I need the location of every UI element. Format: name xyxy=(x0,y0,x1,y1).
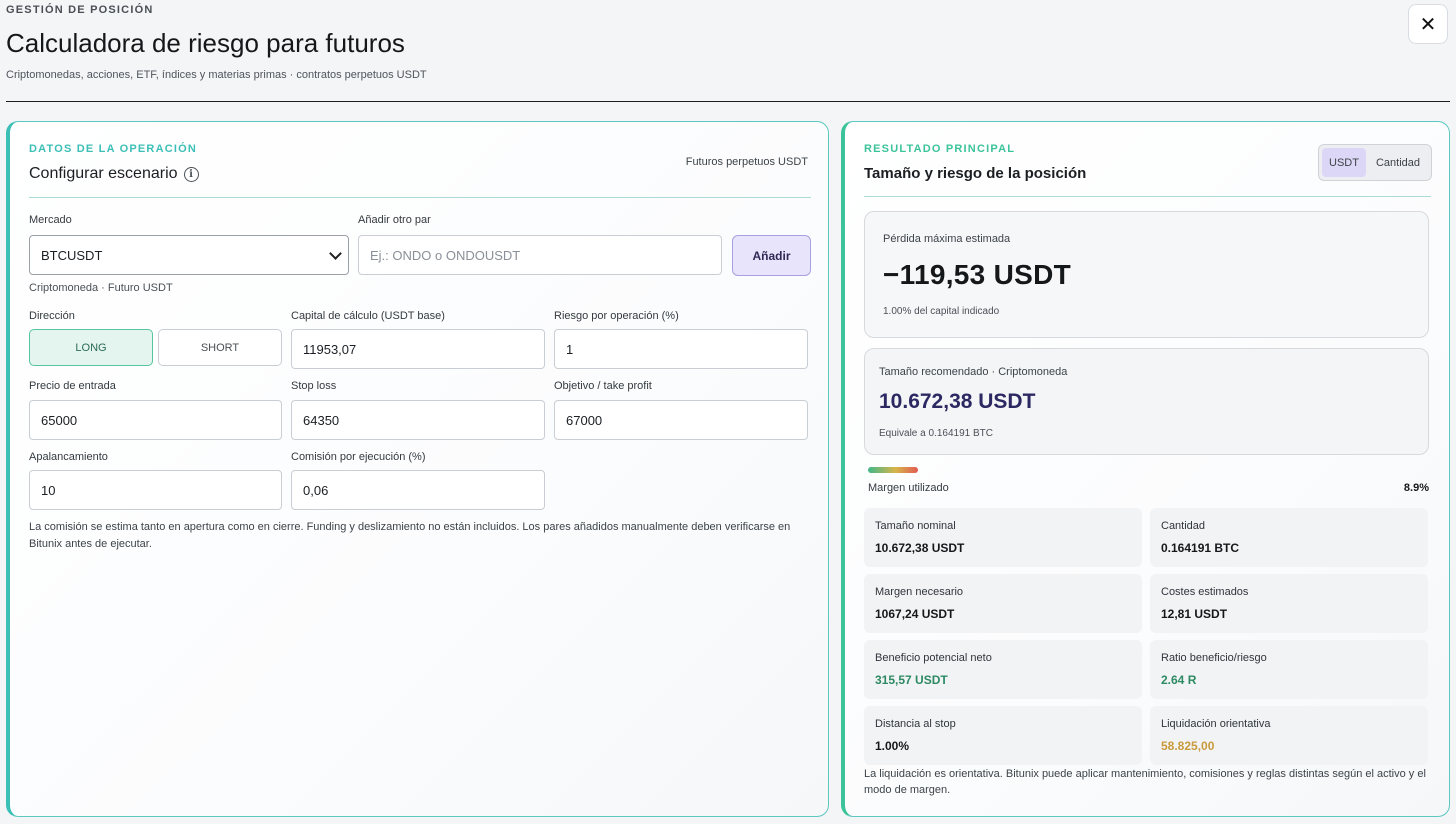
metric-value: 1.00% xyxy=(875,739,910,753)
max-loss-value: −119,53 USDT xyxy=(883,259,1072,290)
metric-card: Costes estimados 12,81 USDT xyxy=(1150,574,1428,633)
info-icon[interactable]: i xyxy=(183,166,199,182)
metric-label: Liquidación orientativa xyxy=(1161,718,1271,730)
leverage-label: Apalancamiento xyxy=(29,451,108,463)
risk-label: Riesgo por operación (%) xyxy=(554,310,679,322)
fee-note: La comisión se estima tanto en apertura … xyxy=(29,521,791,550)
margin-usage-bar xyxy=(868,467,918,473)
page-header: GESTIÓN DE POSICIÓN Calculadora de riesg… xyxy=(6,0,1450,104)
panel-divider xyxy=(864,196,1431,197)
capital-input[interactable]: 11953,07 xyxy=(291,329,545,369)
page-subtitle: Criptomonedas, acciones, ETF, índices y … xyxy=(6,69,427,81)
metric-card: Ratio beneficio/riesgo 2.64 R xyxy=(1150,640,1428,699)
metric-card: Beneficio potencial neto 315,57 USDT xyxy=(864,640,1142,699)
unit-option-quantity[interactable]: Cantidad xyxy=(1369,148,1427,177)
direction-long-button[interactable]: LONG xyxy=(29,329,153,366)
direction-label: Dirección xyxy=(29,310,75,322)
metric-card: Distancia al stop 1.00% xyxy=(864,706,1142,765)
operation-data-panel: DATOS DE LA OPERACIÓN Configurar escenar… xyxy=(6,121,829,817)
metric-card: Tamaño nominal 10.672,38 USDT xyxy=(864,508,1142,567)
entry-label: Precio de entrada xyxy=(29,380,116,392)
recommended-size-card: Tamaño recomendado · Criptomoneda 10.672… xyxy=(864,348,1429,455)
panel-kicker: DATOS DE LA OPERACIÓN xyxy=(29,143,198,155)
take-profit-value: 67000 xyxy=(566,412,603,428)
panel-title-text: Configurar escenario xyxy=(29,165,178,182)
metric-value: 2.64 R xyxy=(1161,673,1197,687)
fee-label: Comisión por ejecución (%) xyxy=(291,451,426,463)
close-icon: ✕ xyxy=(1419,13,1437,36)
metric-value: 315,57 USDT xyxy=(875,673,948,687)
fee-input[interactable]: 0,06 xyxy=(291,470,545,510)
context-label: Futuros perpetuos USDT xyxy=(685,156,808,168)
entry-value: 65000 xyxy=(41,412,78,428)
target-label: Objetivo / take profit xyxy=(554,380,652,392)
add-pair-button[interactable]: Añadir xyxy=(732,235,811,276)
unit-switch: USDT Cantidad xyxy=(1318,144,1432,181)
result-panel: RESULTADO PRINCIPAL Tamaño y riesgo de l… xyxy=(841,121,1450,817)
metric-value: 12,81 USDT xyxy=(1161,607,1228,621)
liquidation-note: La liquidación es orientativa. Bitunix p… xyxy=(864,768,1426,796)
metric-value: 58.825,00 xyxy=(1161,739,1215,753)
metric-card: Liquidación orientativa 58.825,00 xyxy=(1150,706,1428,765)
max-loss-label: Pérdida máxima estimada xyxy=(883,233,1011,245)
entry-price-input[interactable]: 65000 xyxy=(29,400,282,440)
metric-label: Margen necesario xyxy=(875,586,964,598)
recommended-value: 10.672,38 USDT xyxy=(879,390,1036,413)
metric-card: Margen necesario 1067,24 USDT xyxy=(864,574,1142,633)
add-pair-label: Añadir otro par xyxy=(358,214,431,226)
metric-value: 0.164191 BTC xyxy=(1161,541,1240,555)
page-title: Calculadora de riesgo para futuros xyxy=(6,28,405,58)
close-button[interactable]: ✕ xyxy=(1408,4,1448,44)
market-select-value: BTCUSDT xyxy=(41,247,103,263)
metric-label: Costes estimados xyxy=(1161,586,1249,598)
unit-option-usdt[interactable]: USDT xyxy=(1322,148,1366,177)
capital-label: Capital de cálculo (USDT base) xyxy=(291,310,445,322)
market-select[interactable]: BTCUSDT xyxy=(29,235,349,275)
fee-value: 0,06 xyxy=(303,482,329,498)
panel-title: Tamaño y riesgo de la posición xyxy=(864,165,1087,182)
add-pair-input[interactable]: Ej.: ONDO o ONDOUSDT xyxy=(358,235,722,275)
recommended-label: Tamaño recomendado · Criptomoneda xyxy=(879,366,1068,378)
recommended-sub: Equivale a 0.164191 BTC xyxy=(879,428,993,439)
leverage-value: 10 xyxy=(41,482,56,498)
stop-loss-value: 64350 xyxy=(303,412,340,428)
risk-input[interactable]: 1 xyxy=(554,329,808,369)
market-label: Mercado xyxy=(29,214,72,226)
margin-used-label: Margen utilizado xyxy=(868,482,949,494)
panel-title: Configurar escenario i xyxy=(29,165,199,183)
direction-short-button[interactable]: SHORT xyxy=(158,329,282,366)
panel-kicker: RESULTADO PRINCIPAL xyxy=(864,143,1016,155)
market-hint: Criptomoneda · Futuro USDT xyxy=(29,282,173,294)
metric-value: 10.672,38 USDT xyxy=(875,541,965,555)
metric-label: Beneficio potencial neto xyxy=(875,652,992,664)
header-divider xyxy=(6,101,1450,102)
take-profit-input[interactable]: 67000 xyxy=(554,400,808,440)
risk-value: 1 xyxy=(566,341,574,357)
page-eyebrow: GESTIÓN DE POSICIÓN xyxy=(6,4,154,16)
metric-label: Cantidad xyxy=(1161,520,1206,532)
max-loss-sub: 1.00% del capital indicado xyxy=(883,306,1000,317)
metric-value: 1067,24 USDT xyxy=(875,607,955,621)
chevron-down-icon xyxy=(329,247,342,260)
max-loss-card: Pérdida máxima estimada −119,53 USDT 1.0… xyxy=(864,211,1429,338)
metric-label: Tamaño nominal xyxy=(875,520,956,532)
metric-card: Cantidad 0.164191 BTC xyxy=(1150,508,1428,567)
margin-used-value: 8.9% xyxy=(1403,482,1429,494)
capital-value: 11953,07 xyxy=(303,341,357,357)
stop-loss-input[interactable]: 64350 xyxy=(291,400,545,440)
metric-label: Distancia al stop xyxy=(875,718,956,730)
metric-label: Ratio beneficio/riesgo xyxy=(1161,652,1267,664)
stop-loss-label: Stop loss xyxy=(291,380,337,392)
leverage-input[interactable]: 10 xyxy=(29,470,282,510)
add-pair-placeholder: Ej.: ONDO o ONDOUSDT xyxy=(370,247,521,263)
panel-divider xyxy=(29,197,811,198)
